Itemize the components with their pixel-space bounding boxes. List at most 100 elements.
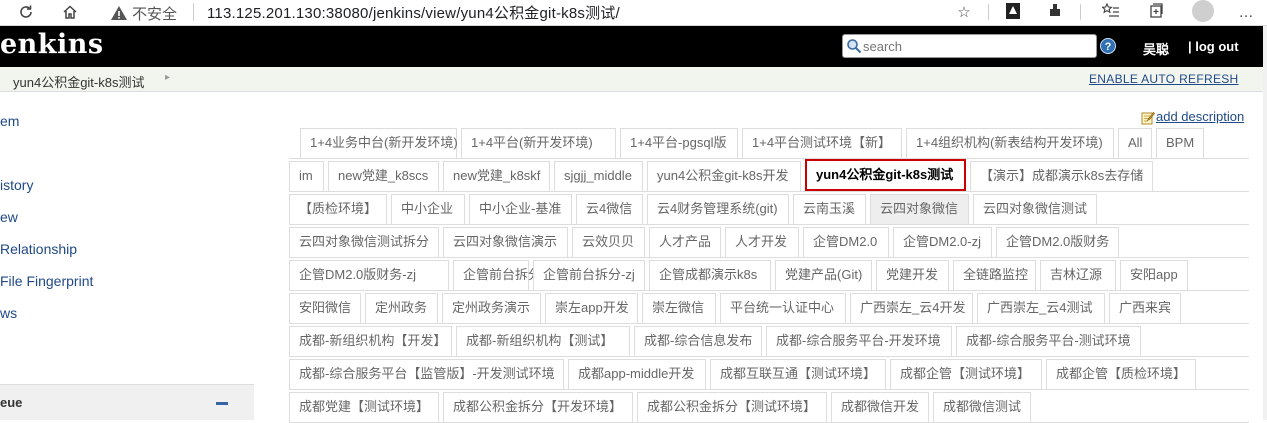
view-tab[interactable]: 广西来宾 [1109,293,1182,323]
collapse-icon[interactable] [216,402,228,405]
extension-icon[interactable] [1003,3,1023,23]
view-tab[interactable]: 【演示】成都演示k8s去存储 [970,161,1154,191]
star-icon[interactable]: ☆ [954,3,974,23]
warning-icon[interactable] [110,4,128,22]
view-tab[interactable]: 1+4组织机构(新表结构开发环境) [906,128,1114,158]
view-tab[interactable]: 成都-综合服务平台【监管版】-开发测试环境 [289,359,564,389]
view-tab[interactable]: 企管DM2.0版财务-zj [289,260,449,290]
view-tab[interactable]: 中小企业-基准 [469,194,572,224]
sidebar-item-new-item[interactable]: em [0,113,19,129]
sidebar-item-check-file-fingerprint[interactable]: File Fingerprint [0,273,93,289]
view-tab[interactable]: 1+4平台-pgsql版 [620,128,738,158]
view-tab[interactable]: 成都公积金拆分【开发环境】 [443,392,633,422]
view-tab[interactable]: 全链路监控 [953,260,1036,290]
view-tab[interactable]: 成都微信开发 [831,392,929,422]
view-tab[interactable]: 云4微信 [576,194,643,224]
view-tab[interactable]: 1+4平台(新开发环境) [461,128,616,158]
help-icon[interactable]: ? [1100,38,1116,54]
view-tab[interactable]: 云四对象微信测试拆分 [289,227,439,257]
view-tab[interactable]: 成都-综合服务平台-测试环境 [956,326,1141,356]
view-tab[interactable]: 企管前台拆分 [453,260,541,290]
view-tab[interactable]: All [1118,128,1152,158]
collections-icon[interactable] [1146,3,1166,23]
view-tab[interactable]: 云4财务管理系统(git) [647,194,789,224]
view-tab[interactable]: 云南玉溪 [793,194,866,224]
view-tab-active[interactable]: yun4公积金git-k8s测试 [805,159,966,191]
view-tab[interactable]: 崇左微信 [642,293,716,323]
view-tab[interactable]: 【质检环境】 [289,194,387,224]
view-tab[interactable]: BPM [1156,128,1205,158]
sidebar-item-new-view[interactable]: ew [0,209,18,225]
breadcrumb-arrow-icon[interactable]: ▸ [165,72,170,83]
view-tab[interactable]: 成都app-middle开发 [568,359,706,389]
jenkins-header: enkins ? 吴聪 | log out [0,26,1267,67]
home-icon[interactable] [60,3,80,23]
view-tab[interactable]: 成都微信测试 [933,392,1032,422]
view-tab[interactable]: 定州政务 [365,293,438,323]
view-tab[interactable]: new党建_k8skf [443,161,550,191]
view-tab[interactable]: sjgjj_middle [554,161,643,191]
sidebar-item-project-relationship[interactable]: Relationship [0,241,77,257]
profile-avatar[interactable] [1192,0,1214,22]
view-tab[interactable]: 成都-综合信息发布 [634,326,762,356]
address-bar[interactable]: 113.125.201.130:38080/jenkins/view/yun4公… [207,2,620,23]
view-tab[interactable]: 安阳微信 [289,293,361,323]
enable-auto-refresh-link[interactable]: ENABLE AUTO REFRESH [1089,72,1239,86]
view-tab[interactable]: new党建_k8scs [328,161,439,191]
tab-row-divider [289,257,1249,258]
logout-link[interactable]: | log out [1188,39,1239,54]
view-tab[interactable]: 成都党建【测试环境】 [289,392,439,422]
view-tab[interactable]: 广西崇左_云4开发 [850,293,973,323]
search-icon [847,39,862,54]
view-tab[interactable]: 成都公积金拆分【测试环境】 [637,392,827,422]
view-tab[interactable]: 云四对象微信 [870,194,969,224]
favorites-icon[interactable] [1101,2,1121,23]
view-tab[interactable]: 吉林辽源 [1040,260,1116,290]
view-tab[interactable]: 中小企业 [391,194,465,224]
view-tab[interactable]: 成都企管【质检环境】 [1046,359,1197,389]
view-tab[interactable]: 企管DM2.0-zj [893,227,992,257]
sidebar-item-my-views[interactable]: ws [0,305,17,321]
tab-row-divider [289,224,1249,225]
view-tab[interactable]: 广西崇左_云4测试 [977,293,1105,323]
view-tab[interactable]: 云四对象微信演示 [443,227,568,257]
view-tab[interactable]: 崇左app开发 [545,293,638,323]
scrollbar[interactable] [1263,26,1267,420]
browser-toolbar: 不安全 113.125.201.130:38080/jenkins/view/y… [0,0,1267,26]
insecure-label: 不安全 [132,6,178,23]
view-tab[interactable]: 企管成都演示k8s [649,260,771,290]
view-tab[interactable]: 云四对象微信测试 [973,194,1098,224]
view-tab[interactable]: 党建产品(Git) [775,260,872,290]
view-tab[interactable]: 企管前台拆分-zj [533,260,645,290]
view-tab[interactable]: 人才开发 [725,227,799,257]
breadcrumb: yun4公积金git-k8s测试 ▸ ENABLE AUTO REFRESH [0,67,1267,92]
view-tab[interactable]: 安阳app [1120,260,1188,290]
view-tab[interactable]: 平台统一认证中心 [720,293,846,323]
reload-icon[interactable] [16,3,36,23]
view-tab[interactable]: 成都-综合服务平台-开发环境 [766,326,952,356]
sidebar-item-build-history[interactable]: istory [0,177,33,193]
view-tab[interactable]: 定州政务演示 [442,293,541,323]
view-tab[interactable]: 云效贝贝 [572,227,645,257]
breadcrumb-item[interactable]: yun4公积金git-k8s测试 [13,72,144,91]
view-tab[interactable]: 1+4业务中台(新开发环境) [300,128,458,158]
view-tab[interactable]: 人才产品 [649,227,721,257]
view-tab[interactable]: 成都企管【测试环境】 [890,359,1042,389]
view-tab[interactable]: 成都互联互通【测试环境】 [710,359,886,389]
add-description-link[interactable]: add description [1156,109,1244,124]
notepad-icon[interactable] [1141,111,1155,125]
view-tab[interactable]: 1+4平台测试环境【新】 [742,128,902,158]
user-link[interactable]: 吴聪 [1143,39,1169,58]
extension-icon-2[interactable] [1045,3,1065,23]
view-tab[interactable]: yun4公积金git-k8s开发 [647,161,801,191]
search-input[interactable] [863,37,1093,55]
more-icon[interactable]: … [1236,3,1256,23]
view-tab[interactable]: 党建开发 [876,260,949,290]
view-tab[interactable]: 企管DM2.0 [803,227,889,257]
view-tab[interactable]: 企管DM2.0版财务 [996,227,1120,257]
view-tab[interactable]: 成都-新组织机构【开发】 [289,326,452,356]
view-tab[interactable]: im [289,161,324,191]
view-tab[interactable]: 成都-新组织机构【测试】 [456,326,630,356]
jenkins-logo[interactable]: enkins [0,29,104,60]
search-box [842,34,1097,58]
